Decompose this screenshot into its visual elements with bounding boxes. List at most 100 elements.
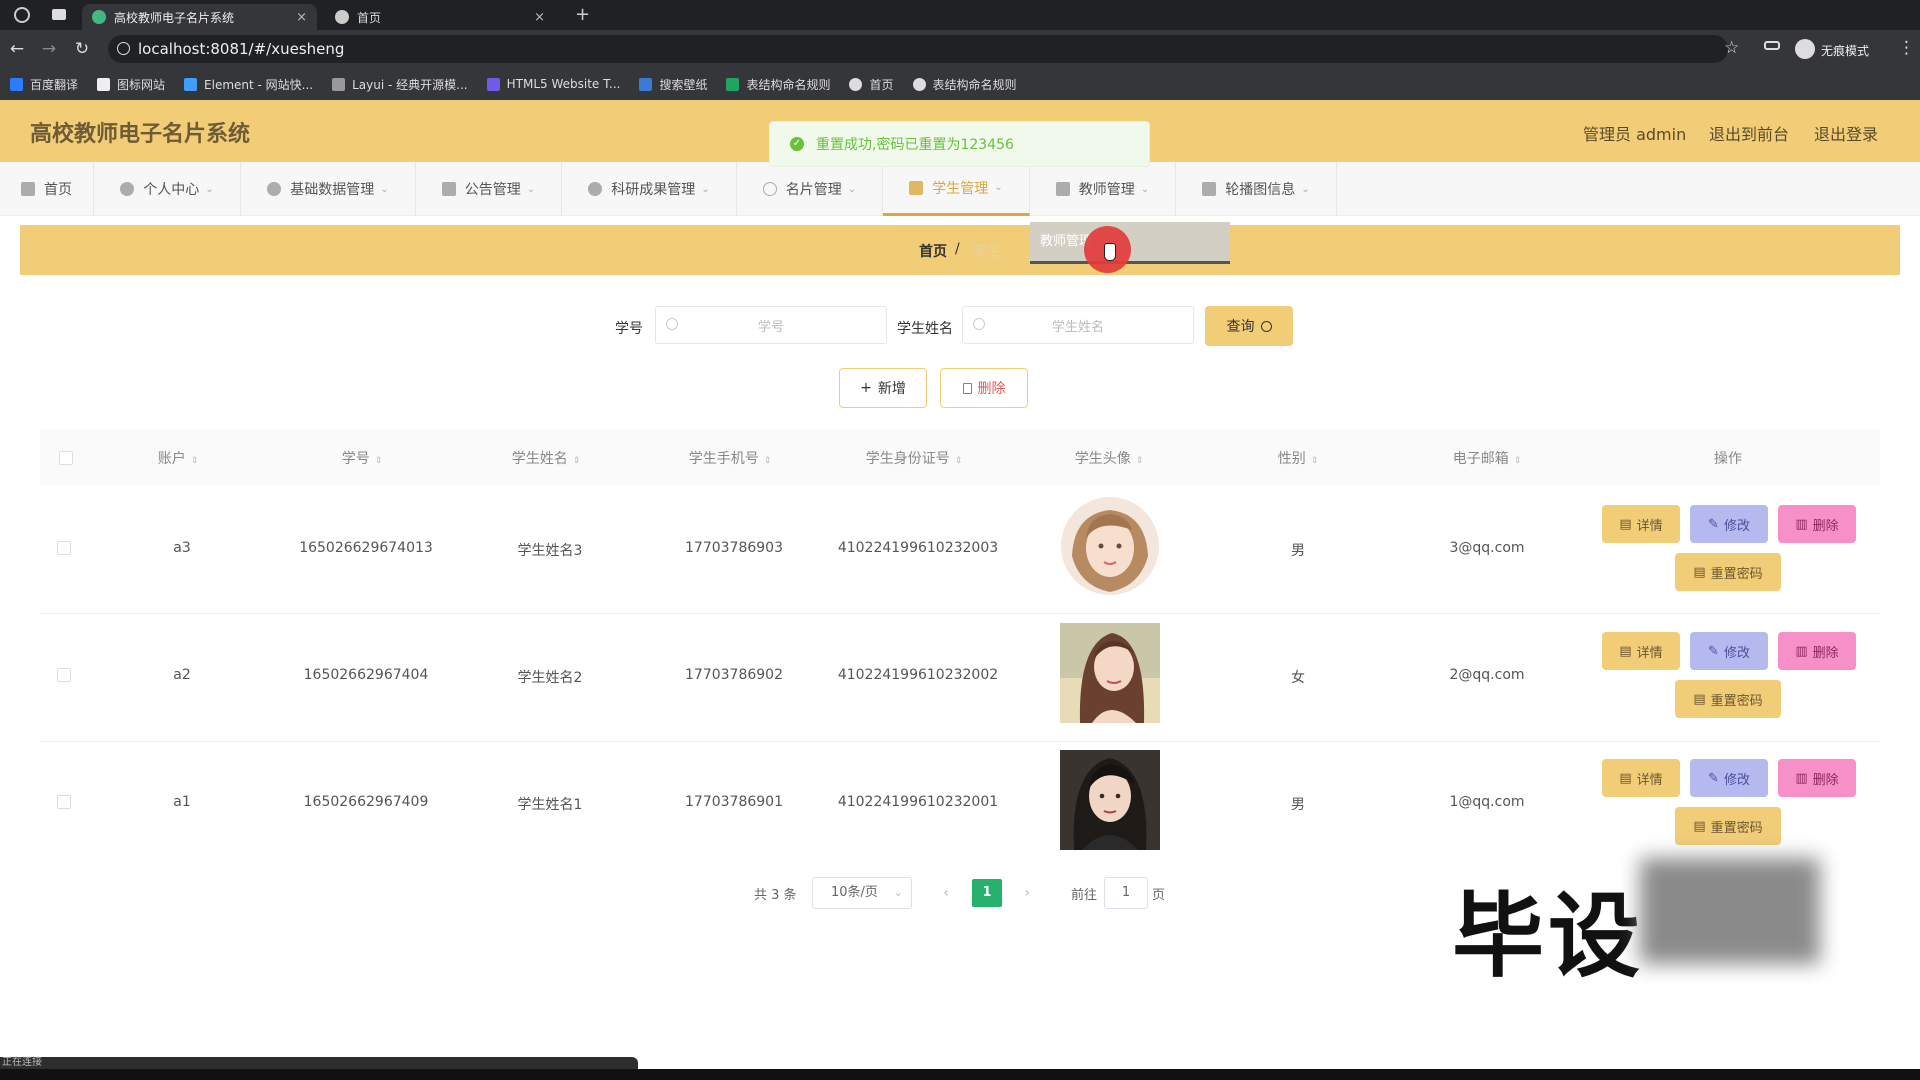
column-header[interactable]: 学生头像 ⇕: [1075, 448, 1144, 468]
trash-icon: ▥: [1795, 643, 1808, 659]
column-header[interactable]: 学生身份证号 ⇕: [866, 448, 963, 468]
nav-basic-data[interactable]: 基础数据管理 ⌄: [241, 162, 416, 216]
column-header[interactable]: 性别 ⇕: [1278, 448, 1319, 468]
reset-password-button[interactable]: ▤ 重置密码: [1675, 680, 1781, 718]
bookmark-item[interactable]: 表结构命名规则: [912, 76, 1017, 93]
page-size-select[interactable]: 10条/页 ⌄: [812, 877, 912, 909]
incognito-label: 无痕模式: [1821, 44, 1870, 58]
student-id-input[interactable]: 学号: [655, 306, 887, 344]
cell-gender: 男: [1291, 797, 1305, 813]
goto-page-input[interactable]: 1: [1104, 877, 1148, 909]
prev-page-button[interactable]: ‹: [934, 880, 958, 906]
sort-icon[interactable]: ⇕: [1311, 456, 1319, 466]
sort-icon[interactable]: ⇕: [1136, 456, 1144, 466]
page-number-current[interactable]: 1: [972, 879, 1002, 907]
trash-icon: ▥: [1795, 770, 1808, 786]
browser-menu-icon[interactable]: [14, 7, 30, 23]
main-nav: 首页 个人中心 ⌄ 基础数据管理 ⌄ 公告管理 ⌄ 科研成果管理 ⌄ 名片管理 ⌄ 学生管…: [0, 162, 1920, 216]
new-tab-button[interactable]: +: [575, 4, 590, 25]
delete-button[interactable]: ▥ 删除: [1778, 759, 1856, 797]
sort-icon[interactable]: ⇕: [1514, 456, 1522, 466]
delete-button[interactable]: ▥ 删除: [1778, 505, 1856, 543]
nav-student[interactable]: 学生管理 ⌄: [883, 162, 1030, 216]
row-checkbox[interactable]: [57, 795, 71, 809]
back-icon[interactable]: ←: [6, 38, 28, 60]
avatar: [1060, 750, 1160, 850]
batch-delete-button[interactable]: 删除: [940, 368, 1028, 408]
reload-icon[interactable]: ↻: [71, 38, 93, 60]
detail-button[interactable]: ▤ 详情: [1602, 505, 1680, 543]
tab-home[interactable]: 首页 ×: [325, 4, 555, 30]
bookmark-item[interactable]: HTML5 Website T...: [486, 77, 620, 91]
cell-name: 学生姓名1: [517, 797, 583, 813]
goto-label: 前往: [1071, 888, 1098, 903]
column-header[interactable]: 电子邮箱 ⇕: [1453, 448, 1522, 468]
document-icon: ▤: [1619, 770, 1632, 786]
breadcrumb-home[interactable]: 首页: [919, 241, 947, 261]
detail-button[interactable]: ▤ 详情: [1602, 759, 1680, 797]
home-icon: [21, 182, 35, 196]
bookmark-item[interactable]: 表结构命名规则: [726, 76, 830, 93]
bookmark-item[interactable]: 图标网站: [97, 76, 165, 93]
bookmark-item[interactable]: 百度翻译: [10, 76, 78, 93]
vue-logo-icon: [92, 10, 106, 24]
delete-button[interactable]: ▥ 删除: [1778, 632, 1856, 670]
megaphone-icon: [441, 182, 456, 196]
row-checkbox[interactable]: [57, 541, 71, 555]
tab-app[interactable]: 高校教师电子名片系统 ×: [82, 4, 317, 30]
sort-icon[interactable]: ⇕: [573, 456, 581, 466]
column-header[interactable]: 学生姓名 ⇕: [512, 448, 581, 468]
avatar: [1060, 623, 1160, 723]
sort-icon[interactable]: ⇕: [764, 456, 772, 466]
student-name-input[interactable]: 学生姓名: [962, 306, 1194, 344]
column-header[interactable]: 学生手机号 ⇕: [689, 448, 772, 468]
tab-search-icon[interactable]: [52, 9, 66, 20]
nav-profile[interactable]: 个人中心 ⌄: [94, 162, 241, 216]
select-all-checkbox[interactable]: [59, 451, 73, 465]
tab-close-icon[interactable]: ×: [534, 10, 545, 25]
row-checkbox[interactable]: [57, 668, 71, 682]
bookmark-item[interactable]: Element - 网站快...: [184, 76, 313, 93]
column-header[interactable]: 账户 ⇕: [158, 448, 199, 468]
trash-icon: [962, 382, 972, 394]
reset-password-button[interactable]: ▤ 重置密码: [1675, 807, 1781, 845]
sort-icon[interactable]: ⇕: [191, 456, 199, 466]
star-icon[interactable]: ☆: [1724, 38, 1739, 58]
key-icon[interactable]: [1764, 41, 1780, 50]
query-button[interactable]: 查询: [1205, 306, 1293, 346]
hand-cursor-icon: [1104, 243, 1116, 261]
sort-icon[interactable]: ⇕: [375, 456, 383, 466]
success-check-icon: ✓: [790, 137, 804, 151]
url-field[interactable]: localhost:8081/#/xuesheng: [108, 35, 1728, 63]
nav-announcement[interactable]: 公告管理 ⌄: [416, 162, 562, 216]
bookmark-item[interactable]: Layui - 经典开源模...: [332, 76, 468, 93]
breadcrumb-separator: /: [955, 241, 960, 257]
nav-research[interactable]: 科研成果管理 ⌄: [562, 162, 737, 216]
logout-link[interactable]: 退出登录: [1814, 121, 1878, 145]
nav-home[interactable]: 首页: [0, 162, 94, 216]
html5-icon: [486, 77, 500, 91]
flag-icon: [1202, 182, 1217, 196]
nav-carousel[interactable]: 轮播图信息 ⌄: [1176, 162, 1337, 216]
next-page-button[interactable]: ›: [1015, 880, 1039, 906]
kebab-menu-icon[interactable]: ⋮: [1898, 38, 1915, 58]
to-front-link[interactable]: 退出到前台: [1709, 121, 1789, 145]
reset-password-button[interactable]: ▤ 重置密码: [1675, 553, 1781, 591]
edit-button[interactable]: ✎ 修改: [1690, 505, 1768, 543]
detail-button[interactable]: ▤ 详情: [1602, 632, 1680, 670]
cell-email: 1@qq.com: [1449, 794, 1525, 810]
bookmark-item[interactable]: 首页: [849, 76, 894, 93]
column-header[interactable]: 学号 ⇕: [342, 448, 383, 468]
edit-button[interactable]: ✎ 修改: [1690, 759, 1768, 797]
add-button[interactable]: + 新增: [839, 368, 927, 408]
avatar: [1060, 496, 1160, 596]
tab-close-icon[interactable]: ×: [296, 10, 307, 25]
bookmark-item[interactable]: 搜索壁纸: [639, 76, 707, 93]
edit-button[interactable]: ✎ 修改: [1690, 632, 1768, 670]
nav-card[interactable]: 名片管理 ⌄: [737, 162, 883, 216]
forward-icon[interactable]: →: [38, 38, 60, 60]
cell-phone: 17703786901: [685, 794, 783, 810]
nav-teacher[interactable]: 教师管理 ⌄: [1030, 162, 1176, 216]
info-icon[interactable]: [117, 42, 130, 55]
sort-icon[interactable]: ⇕: [955, 456, 963, 466]
